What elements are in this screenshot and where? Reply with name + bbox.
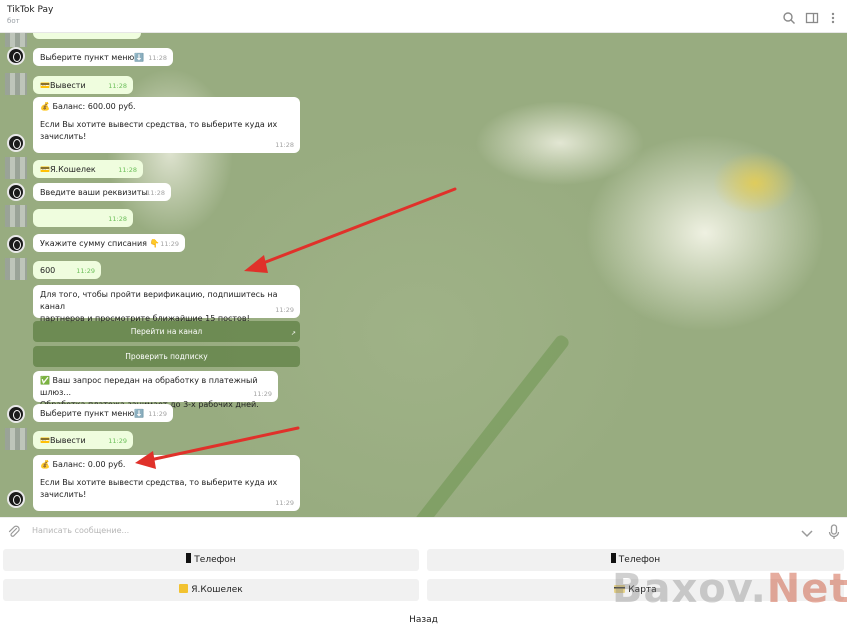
- message-time: 11:28: [275, 141, 294, 150]
- chat-header: TikTok Pay бот: [0, 0, 847, 33]
- open-channel-button[interactable]: Перейти на канал ↗: [33, 321, 300, 342]
- message-text: Выберите пункт меню⬇️: [40, 409, 145, 418]
- message-text: Если Вы хотите вывести средства, то выбе…: [40, 120, 278, 129]
- search-icon[interactable]: [782, 10, 796, 24]
- message-text: зачислить!: [40, 490, 87, 499]
- message-time: 11:28: [148, 54, 167, 63]
- message-time: 11:28: [118, 166, 137, 175]
- message-bubble: ✅ Ваш запрос передан на обработку в плат…: [33, 371, 278, 409]
- open-channel-label: Перейти на канал: [130, 327, 203, 336]
- message-time: 11:28: [146, 189, 165, 198]
- bot-avatar-icon[interactable]: [7, 490, 25, 508]
- annotation-arrow-1: [256, 187, 457, 267]
- message-text: Для того, чтобы пройти верификацию, подп…: [40, 290, 278, 311]
- user-avatar: [5, 73, 27, 95]
- message-bubble: 600 11:29: [33, 261, 101, 279]
- message-bubble: Укажите сумму списания 👇 11:29: [33, 234, 185, 252]
- message-text: Выберите пункт меню⬇️: [40, 53, 145, 62]
- message-text: Укажите сумму списания 👇: [40, 239, 160, 248]
- message-bubble: 💰 Баланс: 0.00 руб. Если Вы хотите вывес…: [33, 455, 300, 511]
- message-text: зачислить!: [40, 132, 87, 141]
- message-text: 💰 Баланс: 600.00 руб.: [40, 102, 136, 111]
- bot-avatar-icon[interactable]: [7, 183, 25, 201]
- paperclip-icon[interactable]: [6, 524, 22, 540]
- sidebar-icon[interactable]: [805, 10, 819, 24]
- message-time: 11:29: [148, 410, 167, 419]
- bot-avatar-icon[interactable]: [7, 235, 25, 253]
- message-time: 11:29: [160, 240, 179, 249]
- message-time: 11:29: [253, 390, 272, 399]
- watermark-text: Baxov.: [612, 566, 767, 612]
- user-avatar: [5, 428, 27, 450]
- user-avatar: [5, 33, 27, 47]
- message-input-bar: Написать сообщение...: [0, 517, 847, 545]
- back-label: Назад: [409, 615, 438, 625]
- message-bubble: 💰 Баланс: 600.00 руб. Если Вы хотите выв…: [33, 97, 300, 153]
- back-button[interactable]: Назад: [3, 609, 844, 629]
- user-avatar: [5, 157, 27, 179]
- message-time: 11:29: [275, 499, 294, 508]
- message-bubble: Введите ваши реквизиты 11:28: [33, 183, 171, 201]
- chat-subtitle: бот: [7, 17, 20, 25]
- message-time: 11:29: [76, 267, 95, 276]
- message-text: ✅ Ваш запрос передан на обработку в плат…: [40, 376, 258, 397]
- message-bubble: Выберите пункт меню⬇️ 11:29: [33, 404, 173, 422]
- message-bubble: Для того, чтобы пройти верификацию, подп…: [33, 285, 300, 323]
- message-bubble-partial: [33, 33, 141, 39]
- message-text: 💰 Баланс: 0.00 руб.: [40, 460, 126, 469]
- bot-avatar-icon[interactable]: [7, 47, 25, 65]
- message-bubble: Выберите пункт меню⬇️ 11:28: [33, 48, 173, 66]
- message-bubble-redacted: 11:28: [33, 209, 133, 227]
- wallet-icon: [179, 580, 189, 602]
- phone-label: Телефон: [618, 555, 661, 565]
- phone-icon: [186, 550, 192, 572]
- user-avatar: [5, 258, 27, 280]
- message-time: 11:29: [275, 306, 294, 315]
- message-input[interactable]: Написать сообщение...: [32, 526, 129, 535]
- wallet-button[interactable]: Я.Кошелек: [3, 579, 419, 601]
- chat-title[interactable]: TikTok Pay: [7, 5, 53, 15]
- external-link-icon: ↗: [290, 330, 296, 337]
- mic-icon[interactable]: [828, 524, 840, 540]
- bot-avatar-icon[interactable]: [7, 134, 25, 152]
- user-avatar: [5, 205, 27, 227]
- check-subscription-button[interactable]: Проверить подписку: [33, 346, 300, 367]
- message-time: 11:29: [108, 437, 127, 446]
- wallet-label: Я.Кошелек: [191, 585, 243, 595]
- annotation-arrowhead-1: [244, 255, 268, 273]
- phone-button-left[interactable]: Телефон: [3, 549, 419, 571]
- watermark-text-accent: Net: [766, 566, 847, 612]
- background-flower-stem: [412, 333, 572, 517]
- bot-avatar-icon[interactable]: [7, 405, 25, 423]
- message-time: 11:28: [108, 215, 127, 224]
- check-subscription-label: Проверить подписку: [125, 352, 208, 361]
- message-bubble: 💳Вывести 11:28: [33, 76, 133, 94]
- message-text: Если Вы хотите вывести средства, то выбе…: [40, 478, 278, 487]
- phone-label: Телефон: [194, 555, 236, 565]
- chevron-down-icon[interactable]: [800, 525, 814, 539]
- chat-area[interactable]: Выберите пункт меню⬇️ 11:28 💳Вывести 11:…: [0, 33, 847, 517]
- message-bubble: 💳Я.Кошелек 11:28: [33, 160, 143, 178]
- message-bubble: 💳Вывести 11:29: [33, 431, 133, 449]
- more-icon[interactable]: [826, 10, 840, 24]
- telegram-window: TikTok Pay бот Выберите пункт меню⬇️ 11:…: [0, 0, 847, 629]
- message-time: 11:28: [108, 82, 127, 91]
- watermark-logo: Baxov.Net: [612, 566, 847, 612]
